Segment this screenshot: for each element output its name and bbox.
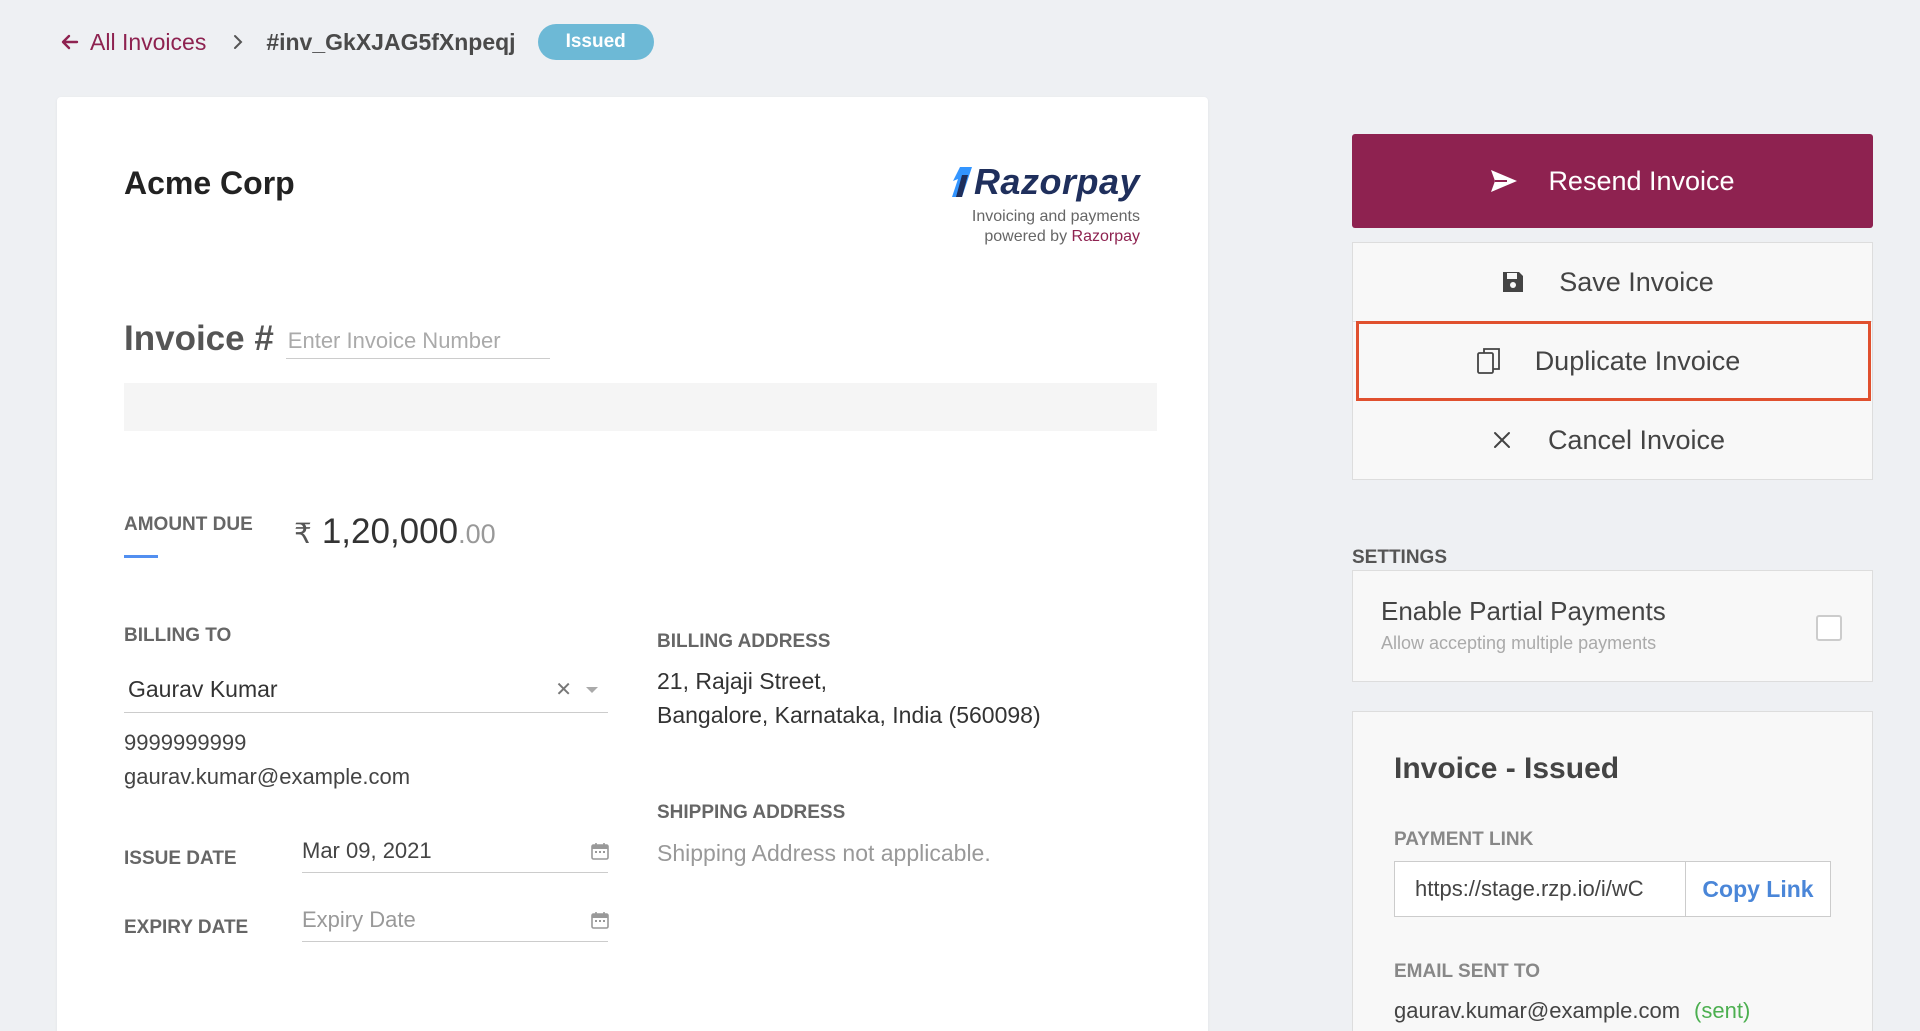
shipping-address-text: Shipping Address not applicable. — [657, 840, 991, 866]
partial-payments-title: Enable Partial Payments — [1381, 596, 1666, 626]
expiry-date-label: EXPIRY DATE — [124, 917, 249, 938]
billing-address-line1: 21, Rajaji Street, — [657, 668, 828, 694]
razorpay-logo: Razorpay — [948, 161, 1140, 203]
settings-label: SETTINGS — [1352, 547, 1448, 568]
invoice-description-field[interactable] — [124, 383, 1157, 431]
back-link-label: All Invoices — [90, 28, 207, 55]
billing-address-line2: Bangalore, Karnataka, India (560098) — [657, 702, 1041, 728]
copy-link-button[interactable]: Copy Link — [1685, 862, 1830, 916]
resend-invoice-button[interactable]: Resend Invoice — [1352, 134, 1873, 228]
amount-due-underline — [124, 555, 158, 558]
email-sent-row: gaurav.kumar@example.com (sent) — [1394, 998, 1750, 1024]
back-to-invoices-link[interactable]: All Invoices — [60, 29, 206, 56]
expiry-date-input[interactable] — [302, 906, 590, 933]
brand-tagline: Invoicing and payments powered by Razorp… — [948, 207, 1140, 247]
invoice-card: Acme Corp Razorpay Invoicing and payment… — [57, 97, 1208, 1031]
arrow-left-icon — [61, 34, 79, 50]
send-icon — [1491, 170, 1518, 192]
invoice-id: #inv_GkXJAG5fXnpeqj — [266, 28, 516, 55]
chevron-right-icon — [232, 34, 244, 50]
payment-link-input[interactable] — [1395, 862, 1685, 916]
invoice-actions: Save Invoice Duplicate Invoice Cancel In… — [1352, 242, 1873, 480]
brand-tagline-line2: powered by Razorpay — [948, 227, 1140, 247]
cancel-invoice-label: Cancel Invoice — [1547, 424, 1726, 455]
issue-date-input[interactable] — [302, 837, 590, 864]
amount-due-value: ₹ 1,20,000 .00 — [294, 512, 496, 552]
payment-link-label: PAYMENT LINK — [1394, 829, 1534, 850]
partial-payments-subtitle: Allow accepting multiple payments — [1381, 633, 1657, 653]
calendar-icon[interactable] — [590, 841, 610, 861]
shipping-address-label: SHIPPING ADDRESS — [657, 802, 846, 823]
breadcrumb: All Invoices #inv_GkXJAG5fXnpeqj Issued — [60, 22, 654, 62]
clear-icon[interactable]: ✕ — [555, 677, 572, 702]
invoice-number-label: Invoice # — [124, 319, 274, 358]
duplicate-invoice-button[interactable]: Duplicate Invoice — [1356, 321, 1871, 401]
status-title: Invoice - Issued — [1394, 752, 1620, 785]
resend-invoice-label: Resend Invoice — [1548, 165, 1735, 196]
amount-whole: 1,20,000 — [321, 512, 459, 551]
billing-address-label: BILLING ADDRESS — [657, 631, 831, 652]
email-sent-value: gaurav.kumar@example.com — [1394, 998, 1681, 1023]
brand-tagline-prefix: powered by — [984, 228, 1072, 245]
partial-payments-checkbox[interactable] — [1816, 615, 1842, 641]
email-sent-label: EMAIL SENT TO — [1394, 961, 1541, 982]
customer-email: gaurav.kumar@example.com — [124, 764, 411, 789]
billing-to-label: BILLING TO — [124, 625, 232, 646]
cancel-invoice-button[interactable]: Cancel Invoice — [1353, 401, 1872, 479]
brand-name: Razorpay — [973, 161, 1140, 202]
currency-symbol: ₹ — [294, 518, 312, 549]
customer-phone: 9999999999 — [124, 730, 247, 755]
issue-date-label: ISSUE DATE — [124, 848, 237, 869]
payment-link-row: Copy Link — [1394, 861, 1831, 917]
duplicate-invoice-label: Duplicate Invoice — [1534, 345, 1741, 376]
save-invoice-button[interactable]: Save Invoice — [1353, 243, 1872, 321]
email-sent-status: (sent) — [1694, 998, 1751, 1023]
invoice-number-row: Invoice # — [124, 319, 550, 359]
calendar-icon[interactable] — [590, 910, 610, 930]
caret-down-icon[interactable] — [586, 686, 598, 693]
brand-tagline-line1: Invoicing and payments — [971, 208, 1140, 225]
settings-panel: Enable Partial Payments Allow accepting … — [1352, 570, 1873, 682]
amount-decimal: .00 — [458, 519, 496, 549]
invoice-status-panel: Invoice - Issued PAYMENT LINK Copy Link … — [1352, 711, 1873, 1031]
close-icon — [1482, 430, 1522, 450]
brand-tagline-link[interactable]: Razorpay — [1072, 228, 1140, 245]
status-badge: Issued — [537, 24, 654, 60]
razorpay-mark-icon — [951, 167, 972, 197]
invoice-number-input[interactable] — [285, 322, 550, 359]
save-invoice-label: Save Invoice — [1559, 266, 1714, 297]
amount-due-label: AMOUNT DUE — [124, 514, 253, 535]
copy-icon — [1469, 346, 1509, 376]
save-icon — [1493, 270, 1533, 294]
customer-name: Gaurav Kumar — [128, 676, 278, 702]
expiry-date-field[interactable] — [302, 898, 610, 942]
customer-select[interactable]: Gaurav Kumar ✕ — [124, 667, 608, 713]
brand-block: Razorpay Invoicing and payments powered … — [948, 161, 1140, 247]
issue-date-field[interactable] — [302, 829, 610, 873]
company-name: Acme Corp — [124, 165, 295, 201]
